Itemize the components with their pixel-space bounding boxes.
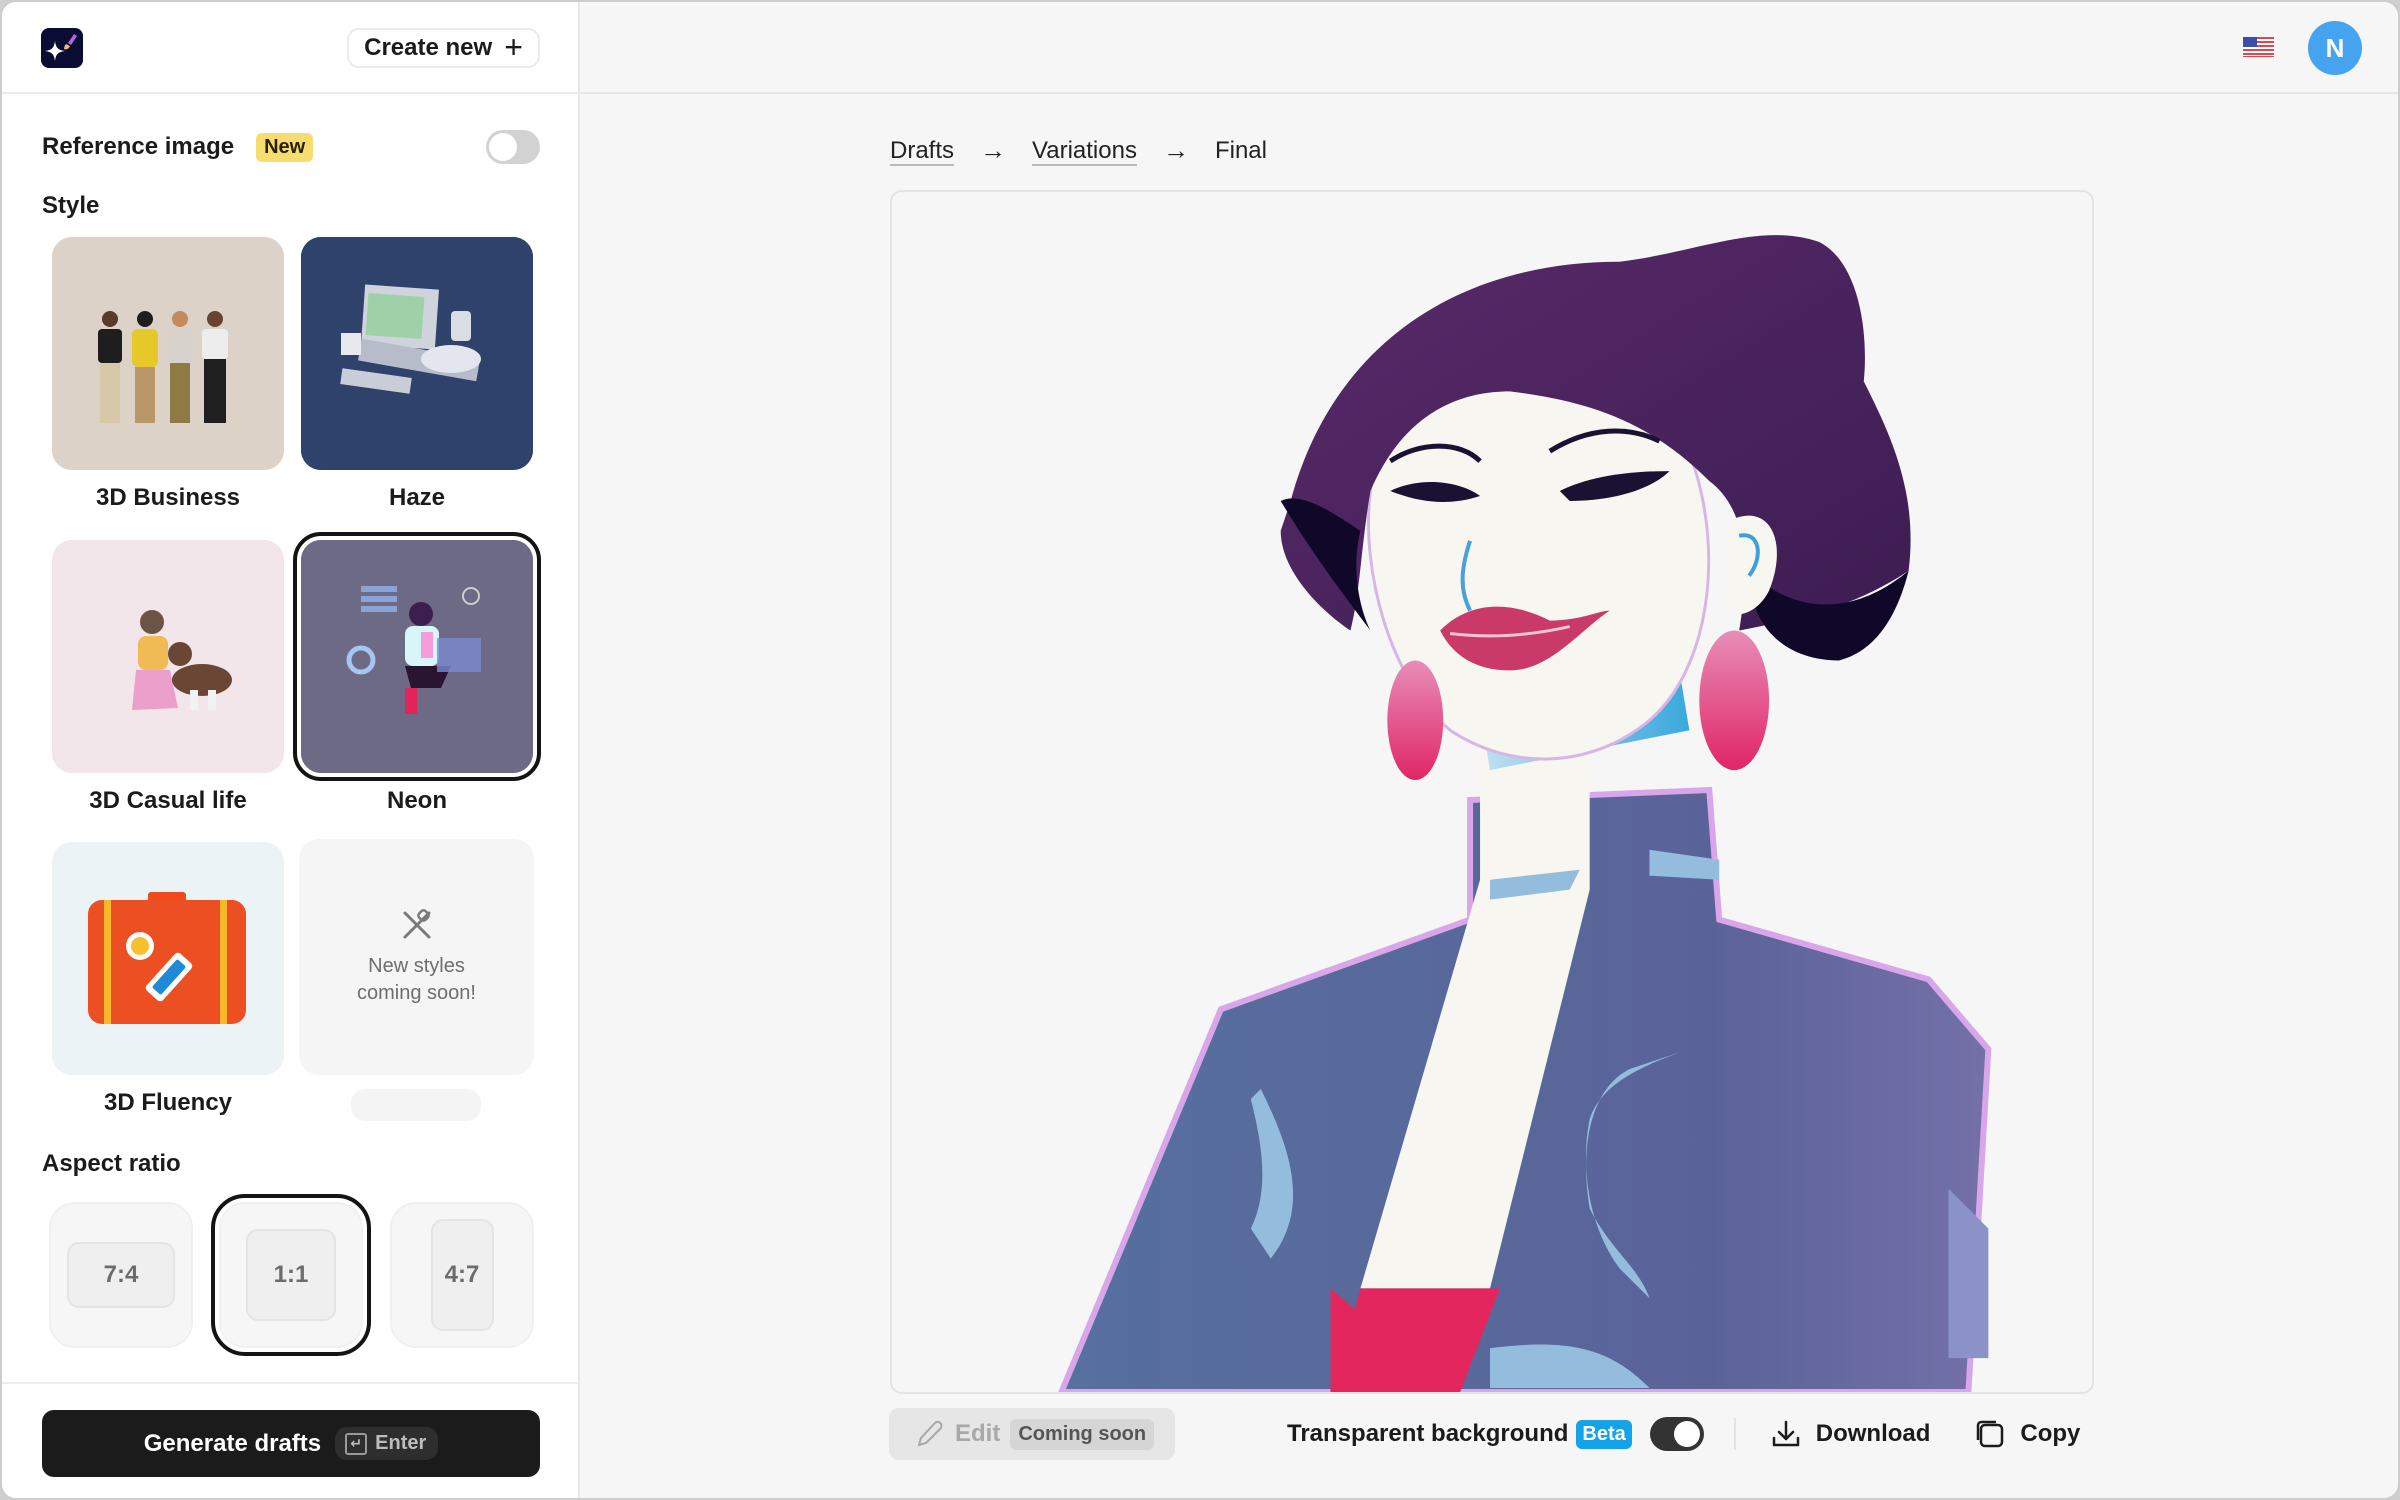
aspect-ratio-7-4[interactable]: 7:4 — [49, 1202, 193, 1348]
image-toolbar: Transparent background Beta Download Cop… — [1287, 1414, 2080, 1454]
new-badge: New — [256, 132, 314, 162]
coming-soon-line-2: coming soon! — [357, 982, 476, 1004]
pencil-icon — [917, 1420, 943, 1447]
edit-button[interactable]: Edit Coming soon — [889, 1408, 1175, 1460]
copy-button[interactable]: Copy — [1974, 1418, 2080, 1450]
label-placeholder — [351, 1089, 481, 1121]
style-label: Haze — [388, 484, 446, 511]
transparent-background-label: Transparent background — [1287, 1420, 1569, 1447]
aspect-label: 1:1 — [246, 1229, 336, 1321]
neon-thumbnail — [301, 540, 533, 773]
aspect-ratio-1-1[interactable]: 1:1 — [211, 1194, 371, 1356]
sidebar-divider — [2, 1382, 578, 1384]
style-label: 3D Fluency — [103, 1089, 233, 1116]
3d-fluency-thumbnail — [52, 842, 284, 1075]
coming-soon-badge: Coming soon — [1010, 1418, 1155, 1450]
app-logo-icon[interactable] — [41, 28, 83, 68]
style-section-title: Style — [42, 192, 100, 219]
style-card-haze[interactable] — [301, 237, 533, 470]
style-card-3d-fluency[interactable] — [52, 842, 284, 1075]
breadcrumb-final: Final — [1214, 136, 1267, 164]
generated-image-frame — [890, 190, 2094, 1394]
arrow-right-icon: → — [1162, 135, 1189, 165]
toggle-knob — [1673, 1421, 1700, 1447]
aspect-label: 7:4 — [67, 1242, 175, 1308]
sidebar: Create new + Reference image New Style 3 — [2, 2, 580, 1498]
download-label: Download — [1815, 1420, 1931, 1447]
create-new-button[interactable]: Create new + — [347, 28, 540, 68]
plus-icon: + — [504, 28, 523, 65]
enter-shortcut-hint: ↵ Enter — [335, 1427, 439, 1460]
sidebar-header: Create new + — [2, 2, 578, 94]
style-label: Neon — [387, 787, 447, 814]
aspect-ratio-title: Aspect ratio — [42, 1150, 181, 1177]
aspect-label: 4:7 — [430, 1219, 494, 1331]
3d-business-thumbnail — [52, 237, 284, 470]
breadcrumb-drafts[interactable]: Drafts — [890, 137, 954, 165]
beta-badge: Beta — [1576, 1419, 1632, 1449]
us-flag-icon[interactable] — [2243, 37, 2274, 57]
breadcrumb: Drafts → Variations → Final — [890, 135, 1267, 166]
download-button[interactable]: Download — [1770, 1418, 1931, 1450]
create-new-label: Create new — [364, 34, 493, 61]
style-card-neon[interactable] — [293, 532, 541, 781]
generate-drafts-button[interactable]: Generate drafts ↵ Enter — [42, 1410, 540, 1477]
style-label: 3D Casual life — [89, 787, 247, 814]
top-bar — [580, 2, 2398, 94]
reference-image-row: Reference image New — [42, 126, 540, 168]
reference-image-toggle[interactable] — [486, 130, 540, 164]
aspect-ratio-4-7[interactable]: 4:7 — [390, 1202, 534, 1348]
edit-label: Edit — [955, 1420, 1001, 1447]
style-card-3d-casual-life[interactable] — [52, 540, 284, 773]
shortcut-label: Enter — [375, 1432, 427, 1454]
generate-drafts-label: Generate drafts — [143, 1429, 322, 1457]
breadcrumb-variations[interactable]: Variations — [1032, 137, 1137, 165]
generated-illustration — [892, 192, 2092, 1392]
download-icon — [1772, 1420, 1799, 1447]
coming-soon-text: New styles coming soon! — [357, 953, 476, 1007]
style-card-3d-business[interactable] — [52, 237, 284, 470]
coming-soon-card: New styles coming soon! — [299, 839, 534, 1075]
reference-image-label: Reference image — [42, 133, 235, 160]
toolbar-divider — [1733, 1418, 1736, 1450]
pencil-ruler-icon — [403, 909, 430, 939]
haze-thumbnail — [301, 237, 533, 470]
user-avatar[interactable]: N — [2308, 21, 2362, 75]
toggle-knob — [489, 133, 517, 161]
copy-label: Copy — [2020, 1420, 2081, 1447]
coming-soon-line-1: New styles — [368, 955, 465, 977]
app-window: Create new + Reference image New Style 3 — [0, 0, 2400, 1500]
arrow-right-icon: → — [980, 135, 1007, 165]
copy-icon — [1977, 1420, 2004, 1448]
transparent-background-toggle[interactable] — [1649, 1417, 1704, 1451]
enter-key-icon: ↵ — [345, 1432, 368, 1455]
3d-casual-life-thumbnail — [52, 540, 284, 773]
style-label: 3D Business — [95, 484, 241, 511]
